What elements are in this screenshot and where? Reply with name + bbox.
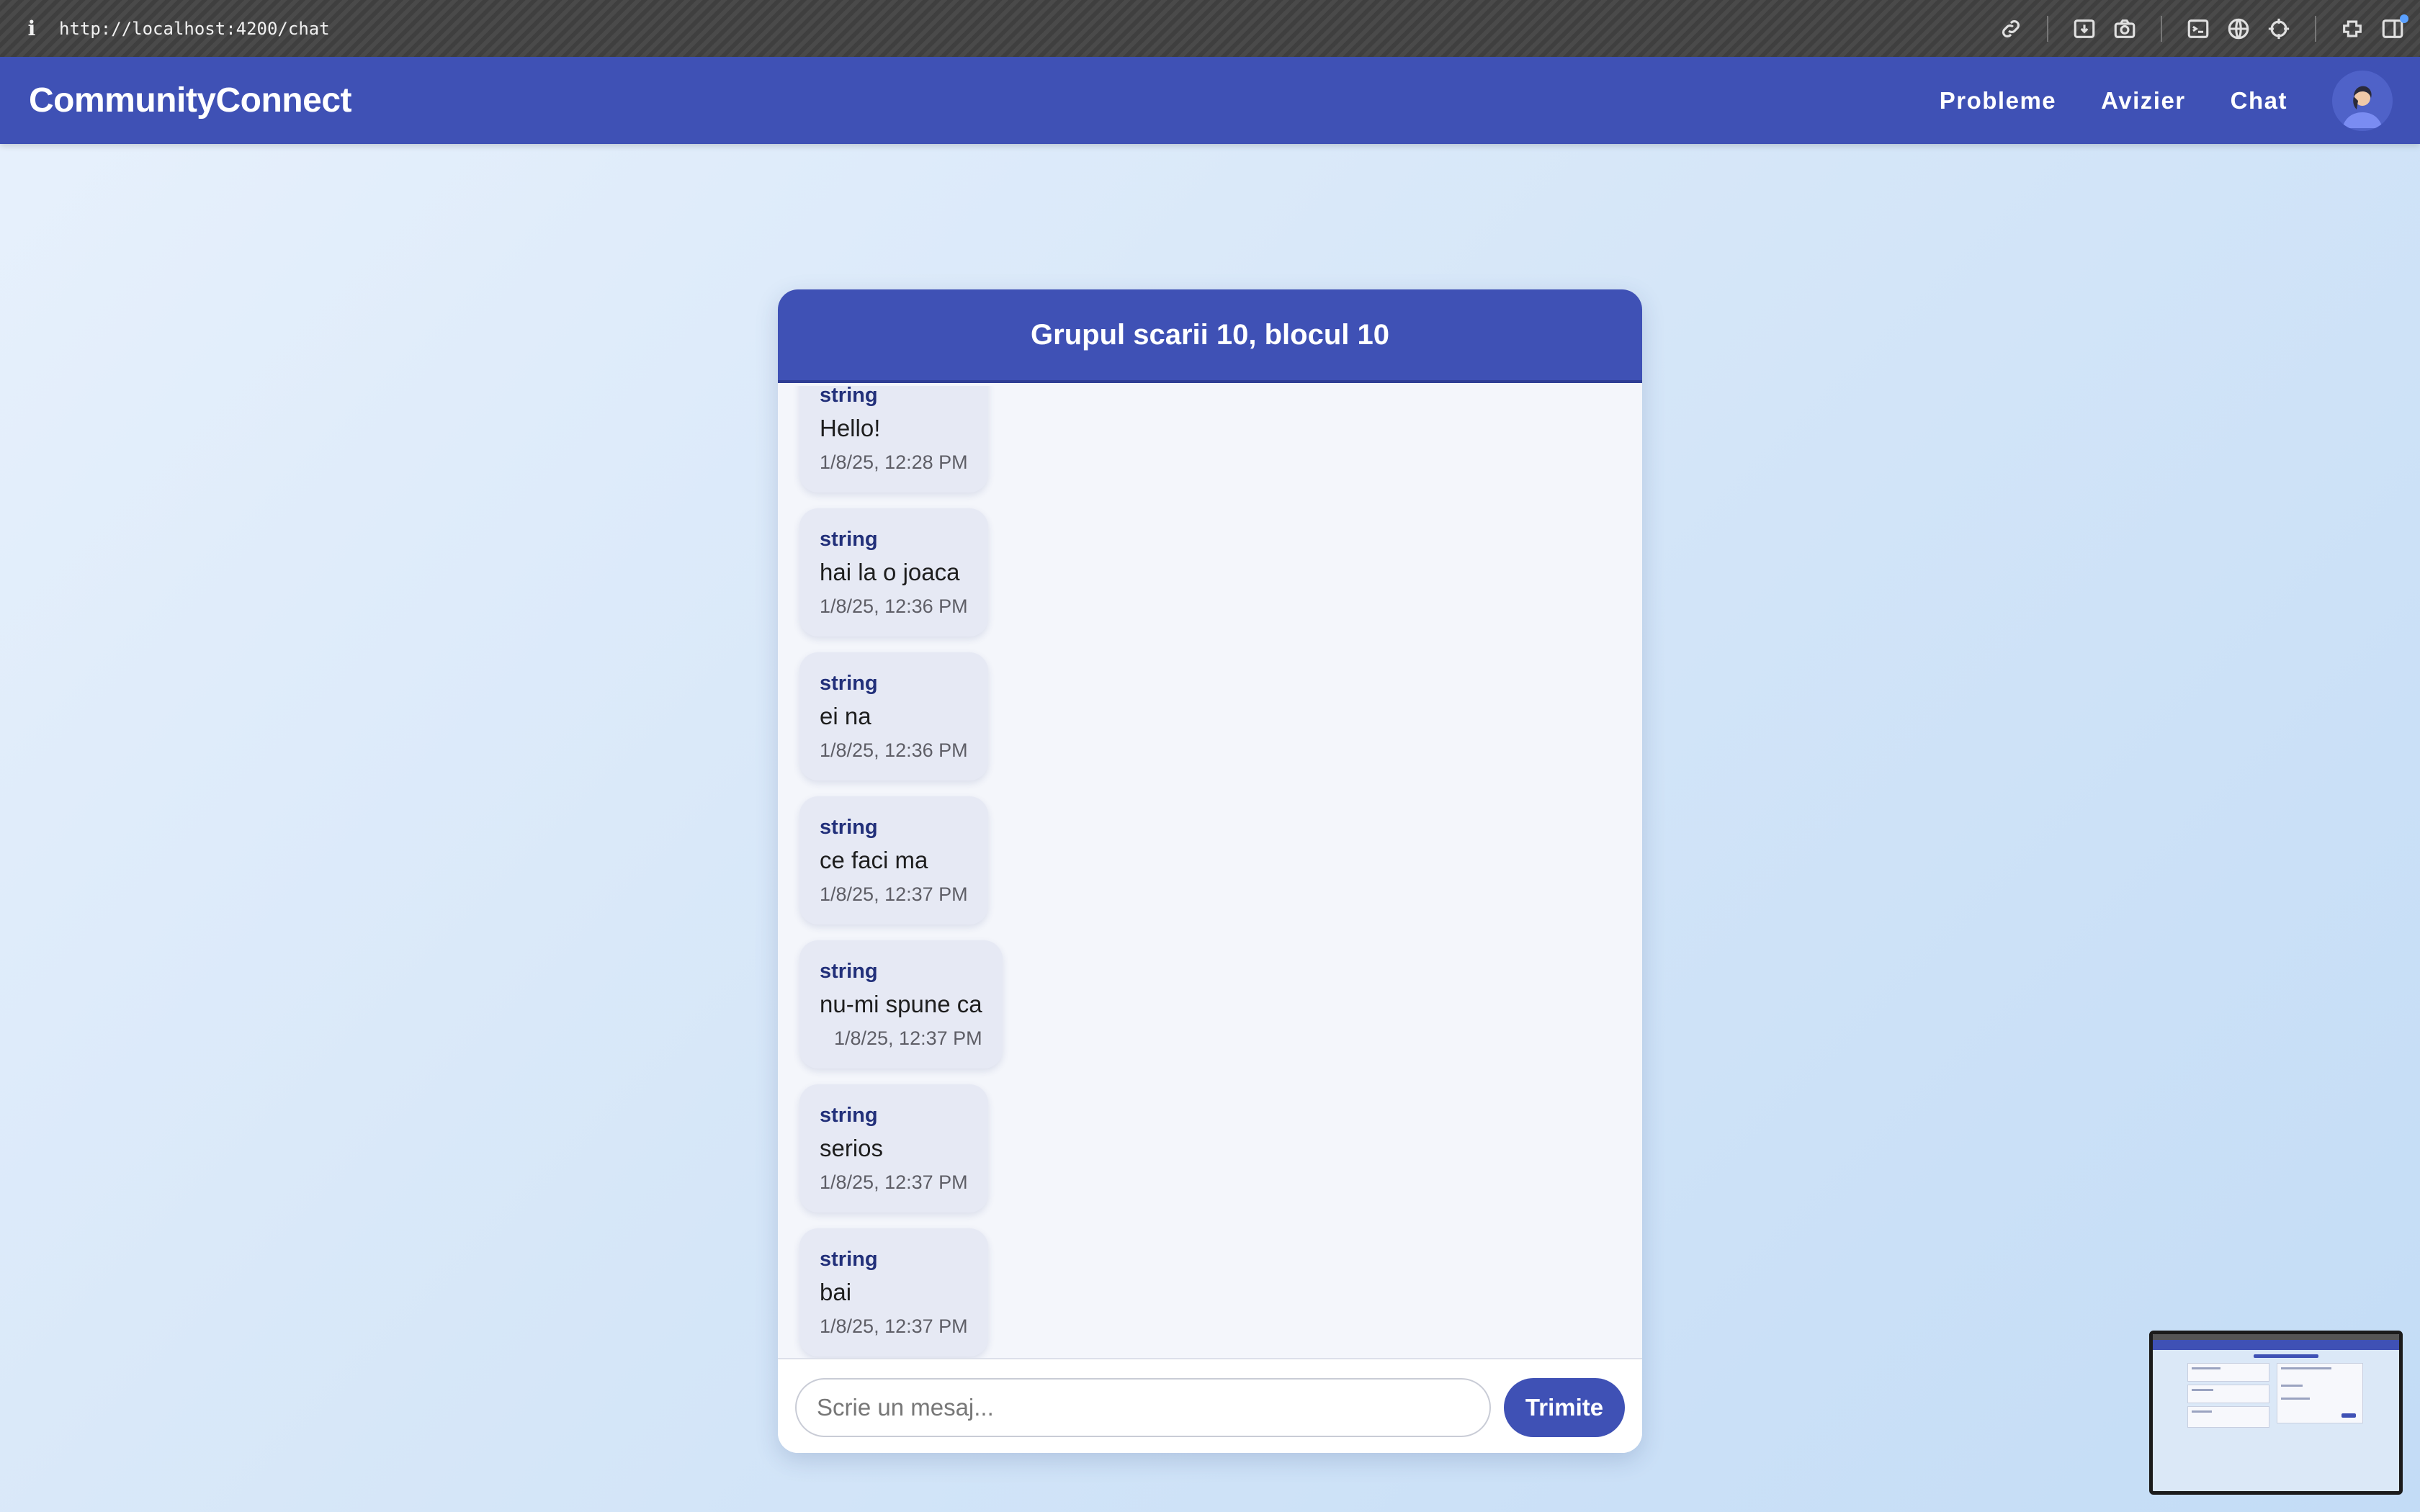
message-composer: Trimite: [778, 1359, 1642, 1453]
message-time: 1/8/25, 12:37 PM: [820, 883, 968, 905]
message-bubble: string bai 1/8/25, 12:37 PM: [799, 1228, 988, 1356]
preview-line: [2192, 1389, 2213, 1391]
message-text: hai la o joaca: [820, 559, 960, 585]
message-time: 1/8/25, 12:37 PM: [820, 1171, 968, 1193]
chat-title: Grupul scarii 10, blocul 10: [1031, 318, 1389, 351]
message-bubble: string ce faci ma 1/8/25, 12:37 PM: [799, 796, 988, 924]
message-text: ei na: [820, 703, 871, 729]
preview-line: [2192, 1410, 2212, 1413]
notification-dot: [2400, 14, 2408, 23]
page-preview-thumbnail[interactable]: [2149, 1331, 2403, 1495]
main-nav: Probleme Avizier Chat: [1940, 57, 2420, 144]
extensions-icon[interactable]: [2332, 9, 2372, 49]
message-sender: string: [820, 1104, 878, 1127]
toolbar-separator: [2047, 15, 2048, 42]
message-time: 1/8/25, 12:36 PM: [820, 739, 968, 761]
chat-panel: Grupul scarii 10, blocul 10 string Hello…: [778, 289, 1642, 1453]
camera-icon[interactable]: [2105, 9, 2145, 49]
message-text: nu-mi spune ca: [820, 991, 982, 1017]
message-list[interactable]: string Hello! 1/8/25, 12:28 PM string ha…: [778, 386, 1642, 1358]
terminal-icon[interactable]: [2178, 9, 2218, 49]
message-time: 1/8/25, 12:28 PM: [820, 451, 968, 473]
message-time: 1/8/25, 12:36 PM: [820, 595, 968, 617]
preview-button: [2341, 1413, 2356, 1418]
message-sender: string: [820, 816, 878, 839]
preview-browser-bar: [2153, 1334, 2399, 1340]
message-sender: string: [820, 960, 878, 983]
message-sender: string: [820, 528, 878, 551]
message-text: bai: [820, 1279, 852, 1305]
browser-toolbar: i http://localhost:4200/chat: [0, 0, 2420, 57]
preview-card: [2187, 1385, 2269, 1403]
toolbar-separator: [2315, 15, 2316, 42]
chat-header: Grupul scarii 10, blocul 10: [778, 289, 1642, 383]
message-sender: string: [820, 672, 878, 695]
message-time: 1/8/25, 12:37 PM: [833, 1027, 982, 1049]
preview-line: [2281, 1398, 2310, 1400]
nav-link-probleme[interactable]: Probleme: [1940, 87, 2056, 114]
nav-link-chat[interactable]: Chat: [2231, 87, 2287, 114]
message-bubble: string Hello! 1/8/25, 12:28 PM: [799, 386, 988, 492]
app-header: CommunityConnect Probleme Avizier Chat: [0, 57, 2420, 144]
preview-card: [2187, 1363, 2269, 1382]
preview-line: [2281, 1367, 2331, 1369]
sidebar-toggle-icon[interactable]: [2372, 9, 2413, 49]
preview-title: [2254, 1354, 2318, 1358]
address-bar-url[interactable]: http://localhost:4200/chat: [59, 19, 330, 39]
browser-tools: [1991, 0, 2413, 57]
link-icon[interactable]: [1991, 9, 2031, 49]
globe-icon[interactable]: [2218, 9, 2259, 49]
message-text: Hello!: [820, 415, 881, 441]
message-time: 1/8/25, 12:37 PM: [820, 1315, 968, 1337]
send-button[interactable]: Trimite: [1504, 1378, 1625, 1437]
crosshair-icon[interactable]: [2259, 9, 2299, 49]
preview-card: [2187, 1406, 2269, 1428]
download-icon[interactable]: [2064, 9, 2105, 49]
toolbar-separator: [2161, 15, 2162, 42]
message-bubble: string nu-mi spune ca 1/8/25, 12:37 PM: [799, 940, 1003, 1068]
user-avatar[interactable]: [2332, 70, 2393, 131]
message-bubble: string serios 1/8/25, 12:37 PM: [799, 1084, 988, 1212]
preview-line: [2192, 1367, 2220, 1369]
message-sender: string: [820, 386, 878, 407]
message-bubble: string ei na 1/8/25, 12:36 PM: [799, 652, 988, 780]
nav-link-avizier[interactable]: Avizier: [2101, 87, 2186, 114]
message-text: ce faci ma: [820, 847, 928, 873]
message-text: serios: [820, 1135, 884, 1161]
message-input[interactable]: [795, 1378, 1491, 1437]
message-sender: string: [820, 1248, 878, 1271]
message-bubble: string hai la o joaca 1/8/25, 12:36 PM: [799, 508, 988, 636]
brand-logo[interactable]: CommunityConnect: [29, 81, 352, 120]
preview-line: [2281, 1385, 2303, 1387]
site-info-icon[interactable]: i: [17, 17, 46, 40]
preview-nav: [2153, 1340, 2399, 1350]
